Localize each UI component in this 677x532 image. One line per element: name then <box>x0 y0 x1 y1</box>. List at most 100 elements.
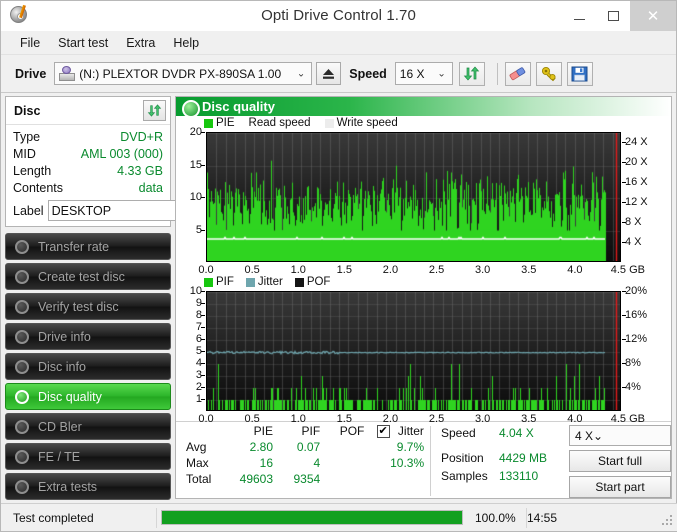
start-part-button[interactable]: Start part <box>569 476 671 498</box>
sidebar-item-extra-tests[interactable]: Extra tests <box>5 473 171 500</box>
max-pie: 16 <box>259 456 274 471</box>
pie-chart-y-axis-right: 4 X 8 X 12 X 16 X 20 X 24 X <box>622 132 671 262</box>
sidebar-item-cd-bler[interactable]: CD Bler <box>5 413 171 440</box>
axis-tick <box>201 197 205 199</box>
disc-box-header: Disc <box>6 97 170 125</box>
total-pif: 9354 <box>293 472 321 487</box>
sidebar-item-disc-quality[interactable]: Disc quality <box>5 383 171 410</box>
pie-chart-plot[interactable] <box>206 132 621 263</box>
legend-read-speed: Read speed <box>249 117 311 129</box>
menu-extra[interactable]: Extra <box>117 33 164 53</box>
test-speed-select[interactable]: 4 X ⌄ <box>569 425 671 446</box>
drive-select[interactable]: (N:) PLEXTOR DVDR PX-890SA 1.00 ⌄ <box>54 62 313 85</box>
maximize-button[interactable] <box>596 1 630 31</box>
progress-bar <box>157 508 467 528</box>
progress-percent: 100.0% <box>467 507 527 528</box>
key-button[interactable] <box>535 61 562 86</box>
axis-tick <box>201 387 205 389</box>
legend-write-speed: Write speed <box>324 117 398 129</box>
axis-tick-label: 3.0 <box>475 413 491 426</box>
menu-start-test[interactable]: Start test <box>49 33 117 53</box>
progress-track <box>161 510 463 525</box>
disc-length-value: 4.33 GB <box>117 164 163 178</box>
content-panel: Disc quality PIE Read speed Write speed <box>175 96 672 499</box>
disc-quality-icon <box>14 389 30 405</box>
axis-tick <box>622 222 626 224</box>
sidebar-item-transfer-rate[interactable]: Transfer rate <box>5 233 171 260</box>
disc-label-caption: Label <box>13 203 44 218</box>
legend-swatch-pie <box>204 118 213 128</box>
axis-tick <box>201 291 205 293</box>
readout-values: Speed 4.04 X Position 4429 MB Samples 13… <box>441 424 569 498</box>
axis-tick <box>201 339 205 341</box>
axis-tick <box>622 291 626 293</box>
axis-tick <box>201 229 205 231</box>
menu-file[interactable]: File <box>11 33 49 53</box>
axis-tick-label: 4.0 <box>567 413 583 426</box>
readout-samples-value: 133110 <box>499 469 539 483</box>
table-row: Total 49603 9354 <box>184 471 430 487</box>
readout-position: Position 4429 MB <box>441 449 569 467</box>
status-bar: Test completed 100.0% 14:55 <box>1 503 677 531</box>
disc-refresh-button[interactable] <box>143 100 166 121</box>
start-full-button[interactable]: Start full <box>569 450 671 472</box>
readout-samples-label: Samples <box>441 469 488 483</box>
disc-burn-icon <box>14 269 30 285</box>
axis-tick-label: 0.0 <box>198 264 214 277</box>
disc-mid-value: AML 003 (000) <box>80 147 163 161</box>
avg-pof <box>326 439 370 455</box>
axis-tick-label: 2.5 <box>428 264 445 277</box>
speed-select[interactable]: 16 X ⌄ <box>394 62 453 85</box>
legend-swatch-pof <box>294 277 304 287</box>
eraser-button[interactable] <box>504 61 531 86</box>
legend-label: POF <box>306 276 331 289</box>
sidebar-label: FE / TE <box>38 449 81 464</box>
close-button[interactable]: ✕ <box>630 1 676 31</box>
refresh-button[interactable] <box>458 61 485 86</box>
stats-area: PIE PIF POF ✔ Jitter Avg 2.80 0.07 9.7% … <box>176 421 671 498</box>
disc-label-row: Label <box>13 200 238 221</box>
key-icon <box>541 66 556 81</box>
axis-tick-label: 0.5 <box>244 264 260 277</box>
pif-chart-plot[interactable] <box>206 291 621 412</box>
axis-tick-label: 3.0 <box>475 264 491 277</box>
sidebar-item-create-test-disc[interactable]: Create test disc <box>5 263 171 290</box>
legend-pof: POF <box>294 276 331 289</box>
window-controls: ✕ <box>562 1 676 31</box>
axis-tick <box>201 351 205 353</box>
test-speed-value: 4 X <box>575 428 594 443</box>
menu-bar: File Start test Extra Help <box>1 31 676 55</box>
axis-tick-label: 20% <box>625 285 648 298</box>
disc-length-label: Length <box>13 164 52 178</box>
save-button[interactable] <box>566 61 593 86</box>
sidebar-label: Extra tests <box>38 479 98 494</box>
eject-button[interactable] <box>316 62 342 85</box>
menu-help[interactable]: Help <box>164 33 208 53</box>
sidebar-item-verify-test-disc[interactable]: Verify test disc <box>5 293 171 320</box>
row-label-max: Max <box>186 456 209 471</box>
sidebar-item-drive-info[interactable]: Drive info <box>5 323 171 350</box>
disc-contents-value: data <box>138 181 163 195</box>
sidebar-label: Drive info <box>38 329 91 344</box>
axis-tick-label: 2.0 <box>382 264 399 277</box>
disc-type-value: DVD+R <box>120 130 163 144</box>
pif-chart-y-axis-right: 4% 8% 12% 16% 20% <box>622 285 671 411</box>
axis-tick <box>201 399 205 401</box>
sidebar-item-disc-info[interactable]: Disc info <box>5 353 171 380</box>
refresh-icon <box>147 104 162 117</box>
resize-grip[interactable] <box>662 515 674 527</box>
readout-samples: Samples 133110 <box>441 467 569 485</box>
legend-pif: PIF <box>204 276 234 288</box>
minimize-button[interactable] <box>562 1 596 31</box>
pif-chart-x-axis: 0.0 0.5 1.0 1.5 2.0 2.5 3.0 3.5 4.0 4.5 GB <box>198 413 645 427</box>
readout-position-label: Position <box>441 451 484 465</box>
axis-tick <box>622 162 626 164</box>
axis-tick <box>622 182 626 184</box>
legend-label: PIF <box>216 276 234 289</box>
readout-position-value: 4429 MB <box>499 451 548 465</box>
total-pie: 49603 <box>239 472 274 487</box>
axis-tick <box>201 303 205 305</box>
sidebar-item-fe-te[interactable]: FE / TE <box>5 443 171 470</box>
drive-select-value: (N:) PLEXTOR DVDR PX-890SA 1.00 <box>79 66 282 81</box>
row-label-total: Total <box>186 472 212 487</box>
